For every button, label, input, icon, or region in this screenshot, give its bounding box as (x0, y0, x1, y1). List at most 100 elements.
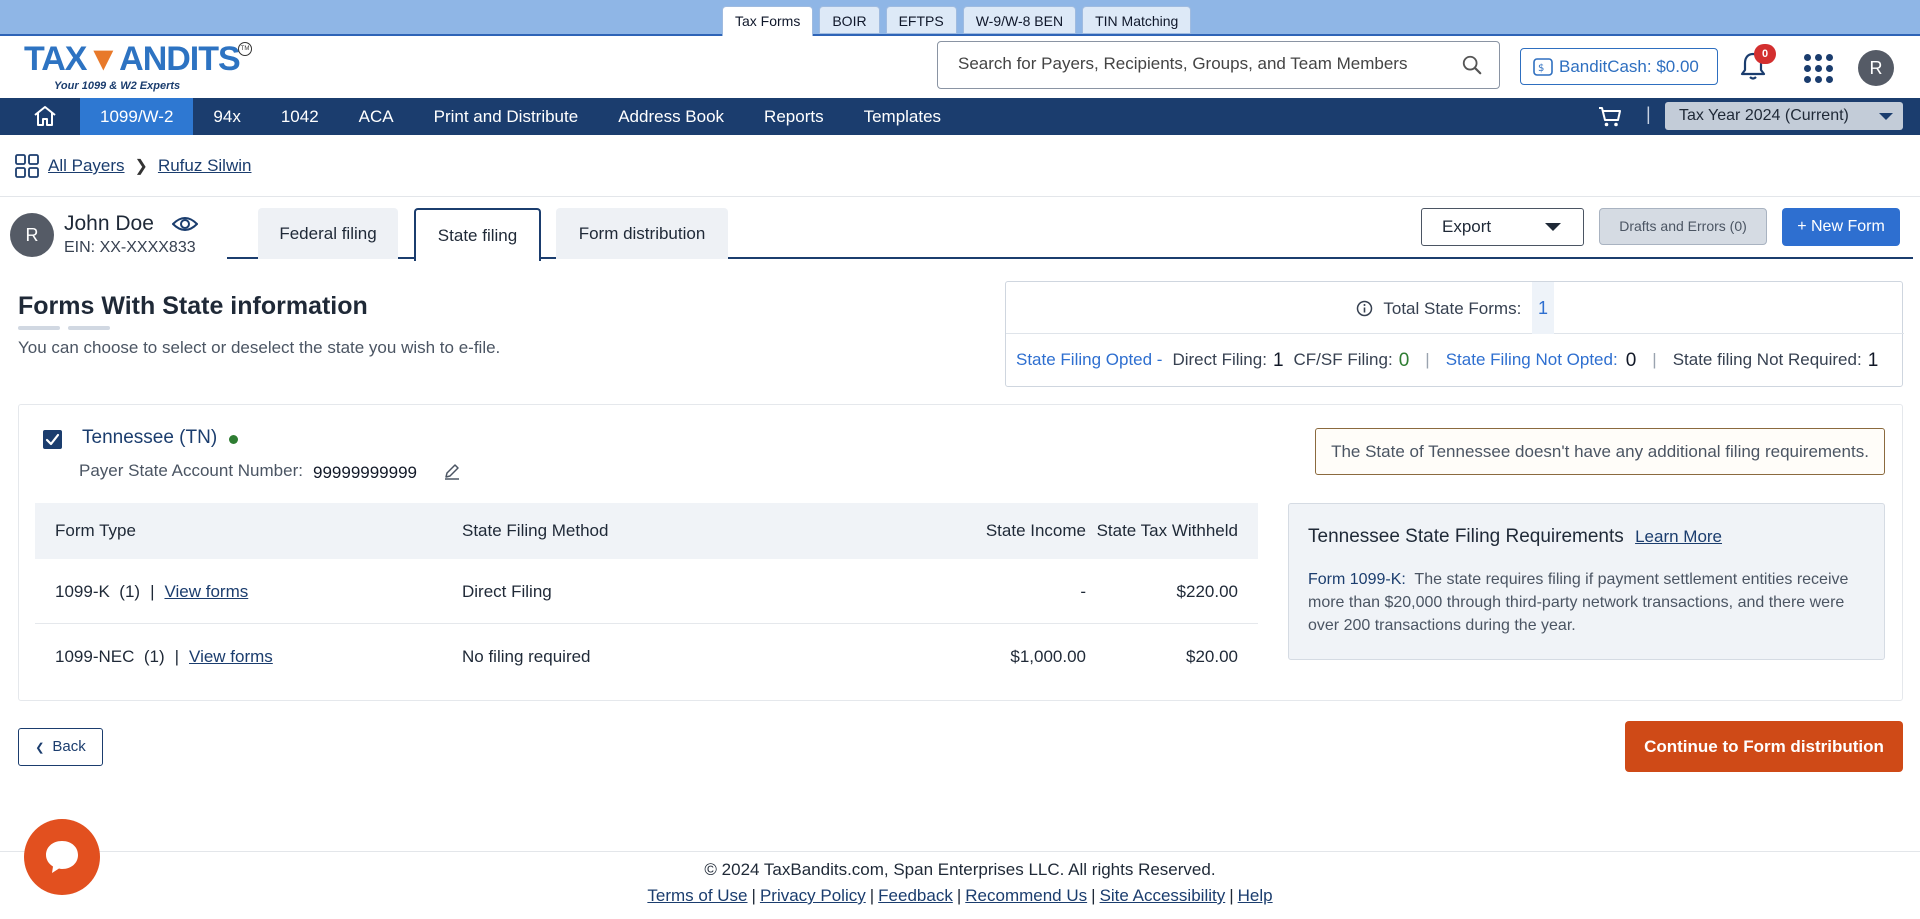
form-type-cell: 1099-K (1) | View forms (55, 582, 249, 601)
payer-state-account-value: 99999999999 (313, 463, 418, 482)
direct-filing-label: Direct Filing: (1172, 350, 1267, 369)
requirements-text: Form 1099-K: The state requires filing i… (1308, 571, 1849, 634)
title-underline (68, 326, 110, 330)
footer-link-help[interactable]: Help (1238, 886, 1273, 905)
state-filing-not-required-label: State filing Not Required: (1672, 350, 1862, 369)
caret-down-icon (1879, 113, 1893, 120)
nav-item-address-book[interactable]: Address Book (598, 98, 744, 135)
summary-breakdown: State Filing Opted - Direct Filing: 1 CF… (1016, 350, 1878, 372)
owl-mask-icon: ▼ (86, 40, 120, 78)
footer-copyright: © 2024 TaxBandits.com, Span Enterprises … (704, 860, 1216, 879)
nav-item-94x[interactable]: 94x (193, 98, 260, 135)
tab-state-filing[interactable]: State filing (414, 208, 541, 261)
nav-item-print-distribute[interactable]: Print and Distribute (414, 98, 599, 135)
footer-link-recommend[interactable]: Recommend Us (965, 886, 1087, 905)
chevron-right-icon: ❯ (134, 158, 148, 175)
requirements-form-label: Form 1099-K: (1308, 571, 1406, 588)
logo-wordmark: TAX▼ANDITS (24, 40, 241, 78)
nav-item-1099-w2[interactable]: 1099/W-2 (80, 98, 194, 135)
cart-icon[interactable] (1598, 106, 1622, 128)
back-button[interactable]: ❮ Back (18, 728, 103, 766)
payer-ein: EIN: XX-XXXX833 (64, 239, 196, 256)
export-label: Export (1442, 217, 1492, 236)
footer-links: Terms of Use | Privacy Policy | Feedback | Rec… (647, 886, 1273, 905)
state-filing-not-opted-value: 0 (1625, 350, 1637, 371)
apps-grid-icon[interactable] (1804, 54, 1833, 83)
nav-item-templates[interactable]: Templates (844, 98, 961, 135)
grid-view-icon[interactable] (14, 153, 40, 179)
info-icon (1356, 300, 1373, 317)
state-tax-withheld-cell: $20.00 (1186, 647, 1238, 666)
filing-method-cell: No filing required (462, 647, 591, 666)
state-requirements-box: Tennessee State Filing Requirements Lear… (1288, 503, 1885, 660)
direct-filing-value: 1 (1272, 350, 1284, 371)
summary-separator: | (1652, 350, 1657, 369)
new-form-button[interactable]: + New Form (1782, 208, 1900, 246)
search-input[interactable] (958, 42, 1448, 86)
breadcrumb-current-payer[interactable]: Rufuz Silwin (158, 156, 252, 176)
product-tab-tin-matching[interactable]: TIN Matching (1082, 6, 1192, 34)
payer-avatar: R (10, 213, 54, 257)
tab-federal-filing[interactable]: Federal filing (258, 208, 398, 259)
user-avatar[interactable]: R (1858, 50, 1894, 86)
state-name: Tennessee (TN) (82, 427, 218, 448)
tab-form-distribution[interactable]: Form distribution (556, 208, 728, 259)
view-forms-link[interactable]: View forms (189, 647, 273, 666)
tax-year-dropdown[interactable]: Tax Year 2024 (Current) (1665, 102, 1903, 130)
bandit-cash-button[interactable]: $ BanditCash: $0.00 (1520, 48, 1718, 85)
total-state-forms-value: 1 (1532, 282, 1555, 334)
bandit-cash-label: BanditCash: $0.00 (1559, 57, 1699, 76)
footer-link-feedback[interactable]: Feedback (878, 886, 953, 905)
state-checkbox[interactable] (43, 430, 62, 449)
global-search (937, 41, 1500, 89)
state-filing-not-opted-label: State Filing Not Opted: (1445, 350, 1618, 369)
footer-link-accessibility[interactable]: Site Accessibility (1100, 886, 1226, 905)
state-forms-summary: Total State Forms: 1 State Filing Opted … (1005, 281, 1904, 387)
total-state-forms-label: Total State Forms: (1383, 299, 1522, 318)
product-tab-w9-w8ben[interactable]: W-9/W-8 BEN (962, 6, 1077, 34)
column-header-state-income: State Income (985, 521, 1086, 540)
footer-link-privacy[interactable]: Privacy Policy (760, 886, 866, 905)
nav-separator: | (1646, 104, 1651, 124)
home-icon[interactable] (32, 104, 58, 128)
edit-pencil-icon[interactable] (443, 462, 461, 480)
eye-icon[interactable] (172, 214, 198, 234)
search-icon[interactable] (1461, 54, 1483, 76)
nav-item-aca[interactable]: ACA (339, 98, 414, 135)
nav-item-reports[interactable]: Reports (744, 98, 844, 135)
summary-separator: | (1425, 350, 1430, 369)
export-dropdown[interactable]: Export (1421, 208, 1584, 246)
product-tab-boir[interactable]: BOIR (819, 6, 880, 34)
state-income-cell: - (1080, 582, 1086, 601)
continue-to-form-distribution-button[interactable]: Continue to Form distribution (1625, 721, 1903, 772)
table-header: Form Type State Filing Method State Inco… (35, 503, 1258, 559)
cfsf-filing-value: 0 (1398, 350, 1410, 371)
main-nav: 1099/W-2 94x 1042 ACA Print and Distribu… (0, 98, 1920, 135)
state-requirements-notice: The State of Tennessee doesn't have any … (1315, 428, 1885, 475)
checkmark-icon (45, 433, 60, 446)
section-subtitle: You can choose to select or deselect the… (18, 338, 501, 357)
notification-count-badge: 0 (1754, 44, 1776, 64)
cfsf-filing-label: CF/SF Filing: (1293, 350, 1393, 369)
payer-name: John Doe (64, 212, 154, 235)
breadcrumb-all-payers[interactable]: All Payers (48, 156, 125, 176)
product-tab-eftps[interactable]: EFTPS (885, 6, 957, 34)
nav-item-1042[interactable]: 1042 (261, 98, 339, 135)
column-header-form-type: Form Type (55, 521, 136, 540)
taxbandits-logo[interactable]: TAX▼ANDITS TM Your 1099 & W2 Experts (24, 40, 254, 96)
state-forms-table: Form Type State Filing Method State Inco… (35, 503, 1258, 689)
learn-more-link[interactable]: Learn More (1635, 527, 1722, 546)
caret-down-icon (1545, 223, 1561, 231)
view-forms-link[interactable]: View forms (164, 582, 248, 601)
state-income-cell: $1,000.00 (1010, 647, 1086, 666)
drafts-errors-button[interactable]: Drafts and Errors (0) (1599, 208, 1767, 245)
column-header-state-tax-withheld: State Tax Withheld (1096, 521, 1238, 540)
footer-link-terms[interactable]: Terms of Use (647, 886, 747, 905)
table-row: 1099-K (1) | View forms Direct Filing - $2… (35, 559, 1258, 624)
total-state-forms: Total State Forms: 1 (1006, 282, 1904, 334)
chat-button[interactable] (24, 819, 100, 895)
product-tab-tax-forms[interactable]: Tax Forms (722, 6, 814, 37)
trademark-mark: TM (238, 42, 252, 56)
title-underline (18, 326, 60, 330)
state-filing-not-required-value: 1 (1867, 350, 1879, 371)
